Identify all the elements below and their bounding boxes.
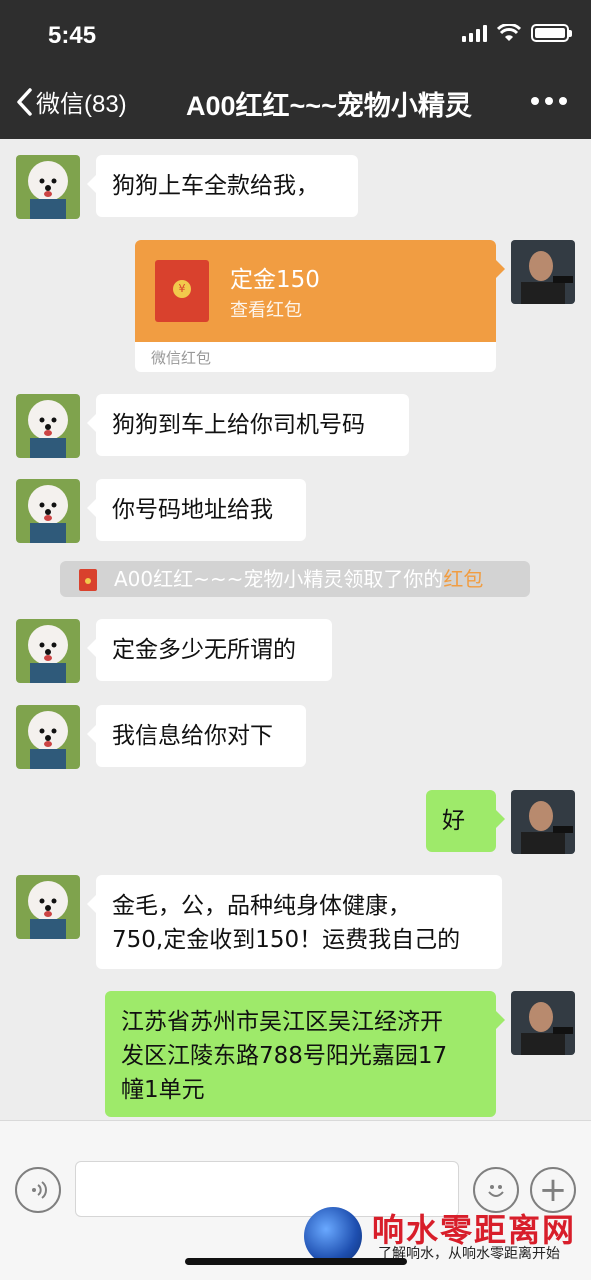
message-text: 狗狗到车上给你司机号码 <box>112 412 365 438</box>
my-avatar[interactable] <box>511 790 575 854</box>
message-line: 发区江陵东路788号阳光嘉园17 <box>121 1043 448 1069</box>
red-packet-body: 定金150 查看红包 <box>135 240 505 342</box>
message-text: 狗狗上车全款给我， <box>112 173 319 199</box>
contact-avatar[interactable] <box>16 705 80 769</box>
wifi-icon <box>497 24 521 41</box>
message-bubble[interactable]: 你号码地址给我 <box>87 479 306 541</box>
message-bubble[interactable]: 好 <box>426 790 505 852</box>
chevron-left-icon <box>17 87 32 116</box>
voice-icon <box>32 1181 47 1199</box>
contact-avatar[interactable] <box>16 619 80 683</box>
signal-icon <box>462 24 487 42</box>
message-bubble[interactable]: 狗狗上车全款给我， <box>87 155 358 217</box>
emoji-icon <box>488 1185 504 1197</box>
red-packet-link[interactable]: 红包 <box>443 567 483 591</box>
more-dot-icon <box>531 97 539 105</box>
battery-icon <box>531 24 572 42</box>
contact-avatar[interactable] <box>16 155 80 219</box>
contact-avatar[interactable] <box>16 394 80 458</box>
contact-avatar[interactable] <box>16 875 80 939</box>
chat-title: A00红红~~~宠物小精灵 <box>186 91 472 121</box>
message-bubble[interactable]: 江苏省苏州市吴江区吴江经济开 发区江陵东路788号阳光嘉园17 幢1单元 <box>105 991 505 1117</box>
more-dot-icon <box>559 97 567 105</box>
red-envelope-icon <box>155 260 209 322</box>
plus-icon: + <box>538 1170 568 1210</box>
home-indicator[interactable] <box>185 1258 407 1265</box>
red-envelope-icon <box>79 569 97 591</box>
voice-button[interactable] <box>15 1167 61 1213</box>
chat-area[interactable]: 狗狗上车全款给我， 定金150 查看红包 微信红包 狗狗到车上给你司机号码 你号… <box>0 139 591 1120</box>
system-text: A00红红~~~宠物小精灵领取了你的 <box>114 567 444 591</box>
message-bubble[interactable]: 金毛，公，品种纯身体健康， 750,定金收到150！运费我自己的 <box>87 875 502 969</box>
more-dot-icon <box>545 97 553 105</box>
message-line: 幢1单元 <box>121 1077 205 1103</box>
back-button[interactable]: 微信(83) <box>14 84 127 119</box>
message-bubble[interactable]: 我信息给你对下 <box>87 705 306 767</box>
status-icons <box>462 24 572 42</box>
message-bubble[interactable]: 狗狗到车上给你司机号码 <box>87 394 409 456</box>
my-avatar[interactable] <box>511 991 575 1055</box>
message-text: 定金多少无所谓的 <box>112 637 296 663</box>
status-time: 5:45 <box>48 22 97 49</box>
red-packet-message[interactable]: 定金150 查看红包 微信红包 <box>135 240 505 372</box>
back-label: 微信(83) <box>36 91 127 118</box>
watermark-logo-icon <box>304 1207 362 1265</box>
my-avatar[interactable] <box>511 240 575 304</box>
more-button[interactable] <box>531 97 567 105</box>
header: 5:45 微信(83) A00红红~~~宠物小精灵 <box>0 0 591 139</box>
red-packet-footer: 微信红包 <box>135 342 496 372</box>
red-packet-title: 定金150 <box>230 267 320 293</box>
message-line: 江苏省苏州市吴江区吴江经济开 <box>121 1009 443 1035</box>
contact-avatar[interactable] <box>16 479 80 543</box>
message-line: 750,定金收到150！运费我自己的 <box>112 927 461 953</box>
red-packet-action: 查看红包 <box>230 300 302 321</box>
message-line: 金毛，公，品种纯身体健康， <box>112 893 411 919</box>
message-text: 我信息给你对下 <box>112 723 273 749</box>
watermark: 响水零距离网 了解响水，从响水零距离开始 <box>300 1205 591 1280</box>
system-notice: A00红红~~~宠物小精灵领取了你的红包 <box>60 561 530 597</box>
message-text: 好 <box>442 808 465 834</box>
message-text: 你号码地址给我 <box>112 497 273 523</box>
message-bubble[interactable]: 定金多少无所谓的 <box>87 619 332 681</box>
